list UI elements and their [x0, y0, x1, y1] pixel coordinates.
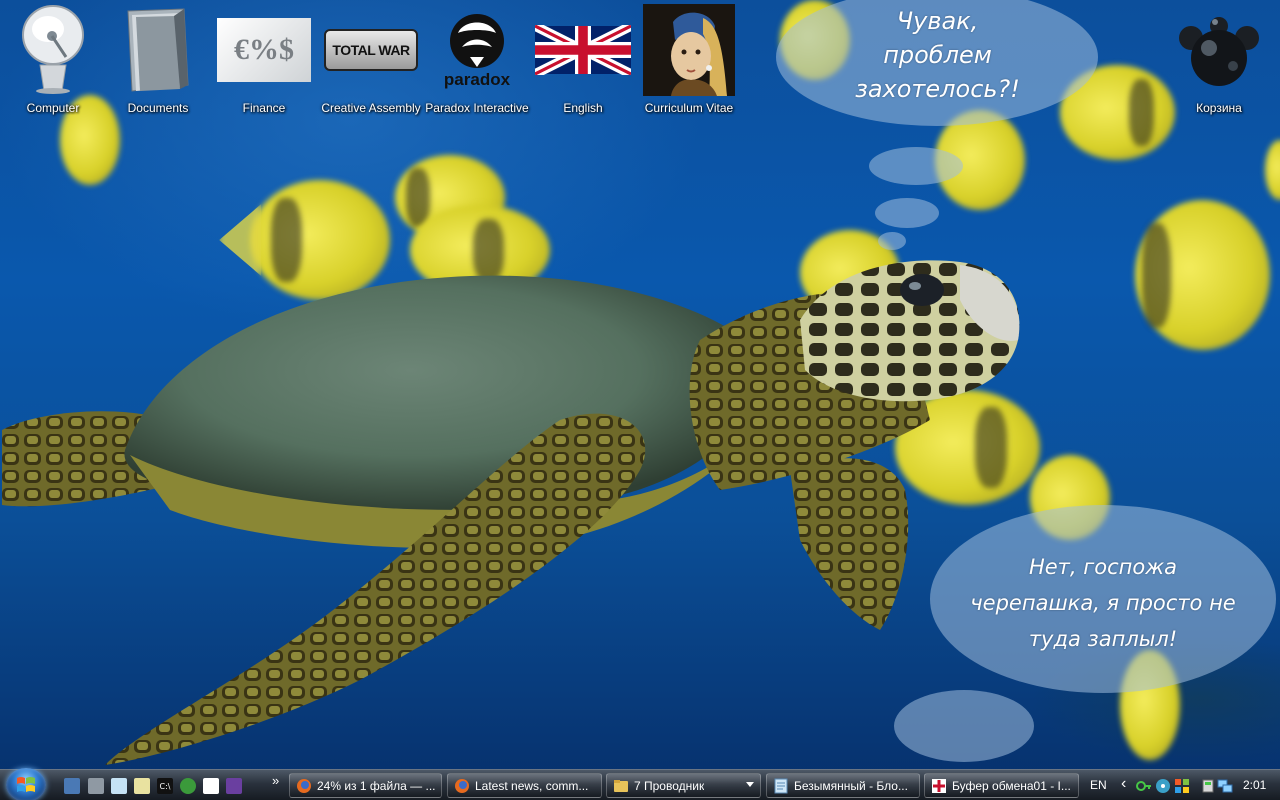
desktop-icon-paradox-interactive[interactable]: paradox Paradox Interactive [425, 2, 529, 120]
folder-icon [613, 778, 629, 794]
clock[interactable]: 2:01 [1243, 778, 1266, 792]
finance-icon: €%$ [216, 4, 312, 96]
notepad-icon[interactable] [111, 778, 127, 794]
network-key-icon[interactable] [1136, 778, 1152, 794]
desktop-icon-english[interactable]: English [532, 2, 634, 120]
desktop-icon-recycle-bin[interactable]: Корзина [1168, 2, 1270, 120]
firefox-icon [296, 778, 312, 794]
desktop-icon-documents[interactable]: Documents [107, 2, 209, 120]
notepad-icon [773, 778, 789, 794]
red-cross-icon[interactable] [203, 778, 219, 794]
desktop-icon-finance[interactable]: €%$ Finance [213, 2, 315, 120]
computer-icon [5, 4, 101, 96]
firefox-icon [454, 778, 470, 794]
fish [219, 180, 390, 300]
windows-start-orb-icon [17, 777, 35, 792]
notes-icon[interactable] [134, 778, 150, 794]
utorrent-icon[interactable] [180, 778, 196, 794]
desktop-icon-label: English [563, 101, 603, 115]
image-viewer-icon [931, 778, 947, 794]
network-icon[interactable] [1217, 778, 1233, 794]
taskbar-button[interactable]: 7 Проводник [606, 773, 761, 798]
desktop-icon-computer[interactable]: Computer [2, 2, 104, 120]
quick-launch-overflow[interactable]: » [272, 773, 279, 788]
taskbar-button-label: Буфер обмена01 - I... [952, 778, 1071, 793]
paradox-logo-icon: paradox [429, 4, 525, 96]
desktop-icon-label: Creative Assembly [321, 101, 421, 115]
calculator-icon[interactable] [88, 778, 104, 794]
show-desktop-icon[interactable] [64, 778, 80, 794]
thought-dot [875, 198, 939, 228]
chevron-down-icon [746, 782, 754, 787]
documents-folder-icon [110, 4, 206, 96]
desktop-icon-label: Computer [26, 101, 80, 115]
girl-with-pearl-earring-icon [641, 4, 737, 96]
taskbar-button[interactable]: Безымянный - Бло... [766, 773, 920, 798]
taskbar-button-label: 7 Проводник [634, 778, 705, 793]
speech-bubble-bottom-text: Нет, госпожа черепашка, я просто не туда… [970, 555, 1236, 651]
taskbar-button-label: Latest news, comm... [475, 778, 589, 793]
language-indicator[interactable]: EN [1090, 778, 1107, 792]
taskbar-button[interactable]: Latest news, comm... [447, 773, 602, 798]
fish [410, 205, 550, 295]
taskbar-button-label: 24% из 1 файла — ... [317, 778, 436, 793]
taskbar: C:\ » 24% из 1 файла — ... Latest news, … [0, 768, 1280, 800]
fish [895, 390, 1040, 505]
desktop: Computer Documents €%$ Finance TOTAL WAR… [0, 0, 1280, 800]
cmd-icon[interactable]: C:\ [157, 778, 173, 794]
uk-flag-icon [535, 4, 631, 96]
total-war-logo-icon: TOTAL WAR [323, 4, 419, 96]
taskbar-button-label: Безымянный - Бло... [794, 778, 908, 793]
desktop-icon-curriculum-vitae[interactable]: Curriculum Vitae [638, 2, 740, 120]
recycle-bin-icon [1171, 4, 1267, 96]
desktop-icon-label: Documents [127, 101, 189, 115]
paradox-logo-text: paradox [443, 70, 511, 89]
desktop-icon-label: Curriculum Vitae [644, 101, 734, 115]
windows-flag-icon[interactable] [1174, 778, 1190, 794]
fish [1135, 200, 1270, 350]
cmd-icon-text: C:\ [159, 781, 171, 791]
desktop-icon-creative-assembly[interactable]: TOTAL WAR Creative Assembly [320, 2, 422, 120]
usb-device-icon[interactable] [1200, 778, 1216, 794]
taskbar-button[interactable]: Буфер обмена01 - I... [924, 773, 1079, 798]
fish [1265, 140, 1280, 200]
desktop-icon-label: Paradox Interactive [425, 101, 529, 115]
tray-expand-arrow[interactable]: ‹ [1121, 775, 1126, 793]
finance-icon-text: €%$ [234, 33, 294, 66]
thought-dot [878, 232, 906, 250]
taskbar-button[interactable]: 24% из 1 файла — ... [289, 773, 442, 798]
visual-studio-icon[interactable] [226, 778, 242, 794]
disc-icon[interactable] [1155, 778, 1171, 794]
speech-bubble-top-text: Чувак, проблем захотелось?! [855, 7, 1020, 103]
total-war-logo-text: TOTAL WAR [332, 42, 410, 58]
thought-dot [894, 690, 1034, 762]
desktop-icon-label: Корзина [1196, 101, 1242, 115]
desktop-icon-label: Finance [242, 101, 286, 115]
thought-dot [869, 147, 963, 185]
start-button[interactable] [6, 768, 46, 800]
